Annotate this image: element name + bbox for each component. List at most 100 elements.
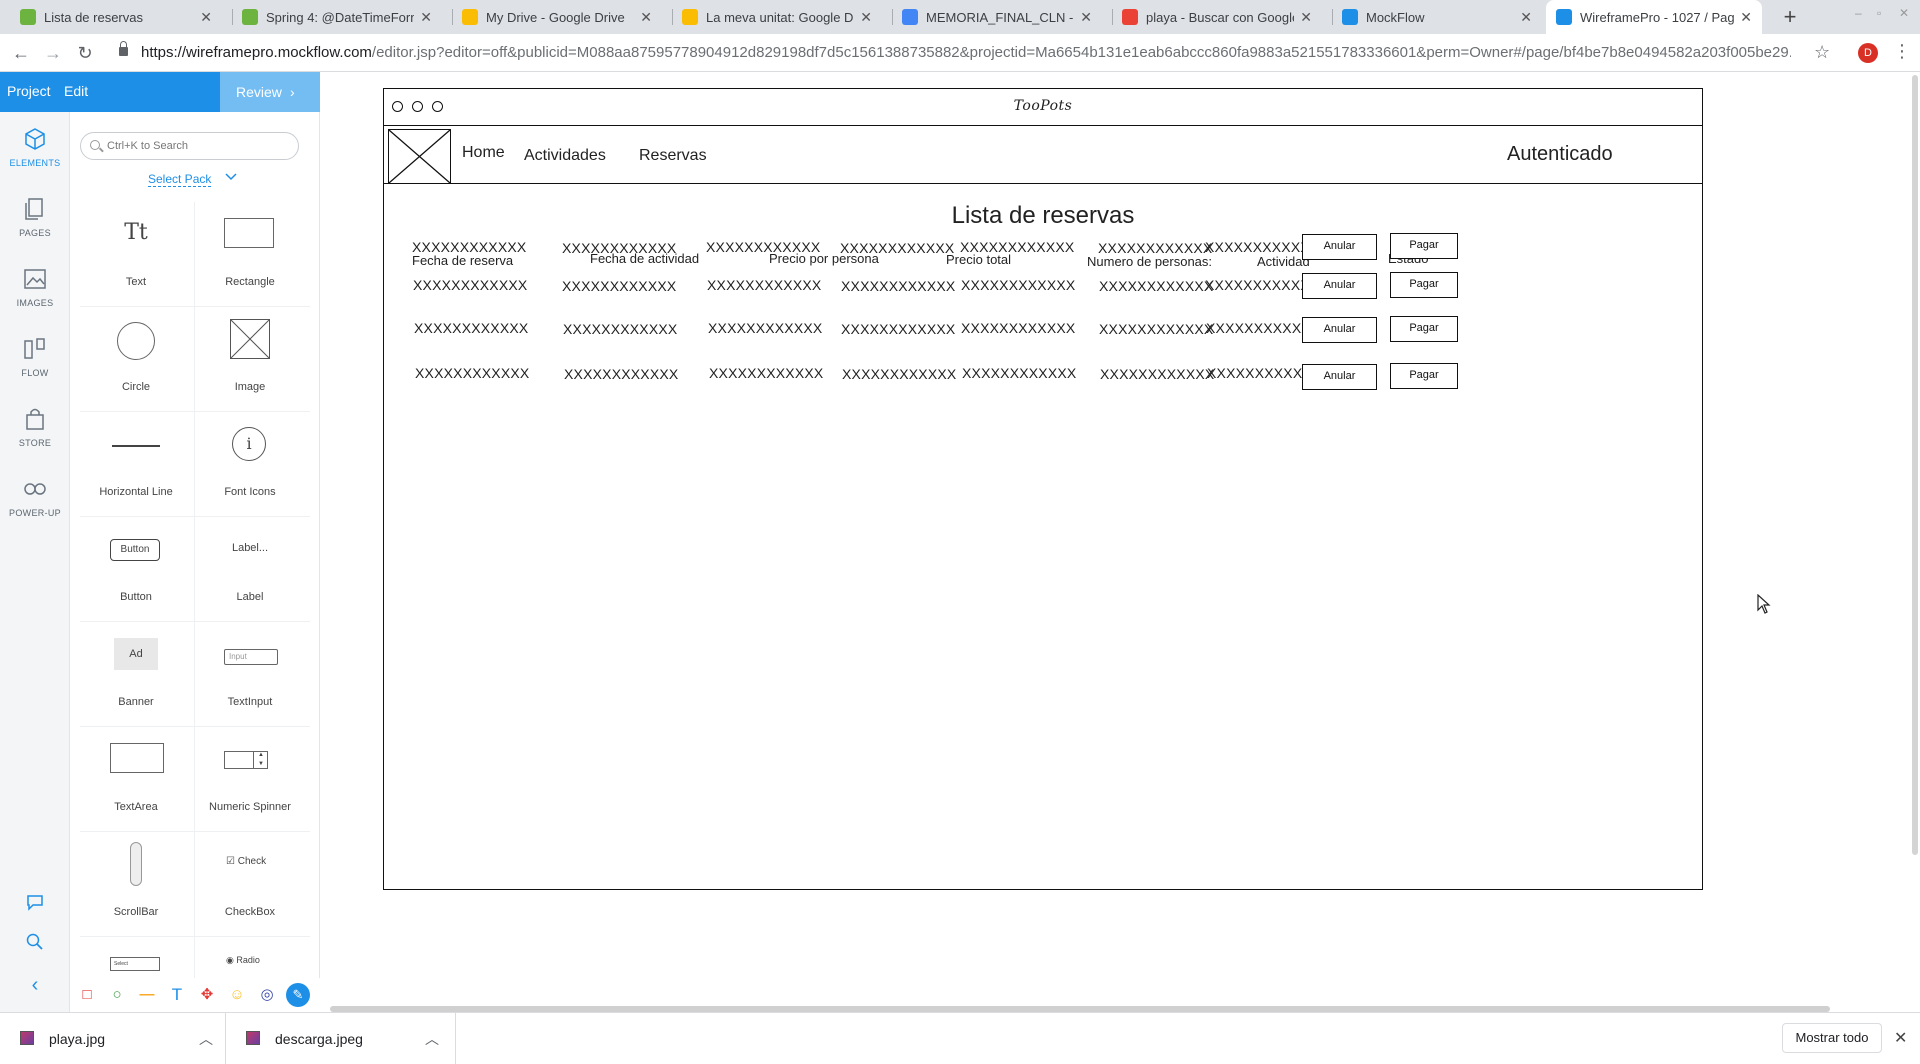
tab-mockflow[interactable]: MockFlow ✕ (1332, 0, 1542, 34)
browser-menu-icon[interactable]: ⋮ (1893, 41, 1911, 62)
element-radio[interactable]: ◉ Radio (194, 937, 306, 977)
tab-my-drive[interactable]: My Drive - Google Drive ✕ (452, 0, 662, 34)
emoji-tool-icon[interactable]: ☺ (228, 986, 246, 1004)
line-preview (112, 445, 160, 447)
download-filename: playa.jpg (49, 1031, 106, 1047)
auth-status[interactable]: Autenticado (1507, 143, 1613, 166)
review-button[interactable]: Review › (220, 72, 320, 112)
element-rectangle[interactable]: Rectangle (194, 202, 306, 306)
element-numeric-spinner[interactable]: ▲ ▼ Numeric Spinner (194, 727, 306, 831)
rail-powerup[interactable]: POWER-UP (0, 476, 70, 518)
select-pack-link[interactable]: Select Pack (148, 172, 212, 187)
element-banner[interactable]: Ad Banner (80, 622, 192, 726)
rail-pages[interactable]: PAGES (0, 196, 70, 238)
close-icon[interactable]: ✕ (200, 9, 212, 26)
chevron-up-icon[interactable]: ︿ (199, 1029, 213, 1049)
download-item[interactable]: descarga.jpeg ︿ (226, 1013, 456, 1064)
element-circle[interactable]: Circle (80, 307, 192, 411)
pagar-button[interactable]: Pagar (1390, 233, 1458, 259)
element-button[interactable]: Button Button (80, 517, 192, 621)
tab-playa-google[interactable]: playa - Buscar con Google ✕ (1112, 0, 1322, 34)
back-arrow-icon[interactable]: ← (9, 41, 33, 65)
logo-placeholder-icon[interactable] (388, 129, 451, 184)
close-icon[interactable]: ✕ (1740, 9, 1752, 26)
element-horizontal-line[interactable]: Horizontal Line (80, 412, 192, 516)
pagar-button[interactable]: Pagar (1390, 363, 1458, 389)
bookmark-star-icon[interactable]: ☆ (1814, 42, 1830, 63)
edit-menu[interactable]: Edit (64, 83, 88, 99)
target-tool-icon[interactable]: ◎ (258, 986, 276, 1004)
maximize-icon[interactable]: ▫ (1877, 6, 1881, 20)
show-all-downloads-button[interactable]: Mostrar todo (1782, 1023, 1882, 1053)
line-tool-icon[interactable]: — (138, 986, 156, 1004)
window-close-icon[interactable]: ✕ (1899, 6, 1909, 20)
tab-la-meva-unitat[interactable]: La meva unitat: Google Driv ✕ (672, 0, 882, 34)
element-textinput[interactable]: Input TextInput (194, 622, 306, 726)
text-tool-icon[interactable]: T (168, 986, 186, 1004)
download-item[interactable]: playa.jpg ︿ (0, 1013, 226, 1064)
chevron-down-icon[interactable] (223, 170, 239, 184)
powerup-icon (24, 483, 46, 495)
new-tab-button[interactable]: + (1776, 3, 1804, 31)
minimize-icon[interactable]: – (1855, 6, 1862, 20)
close-icon[interactable]: ✕ (1300, 9, 1312, 26)
element-scrollbar[interactable]: ScrollBar (80, 832, 192, 936)
collapse-chevron-icon[interactable]: ‹ (22, 974, 48, 1000)
address-bar: ← → ↻ https://wireframepro.mockflow.com/… (0, 34, 1920, 72)
rail-images[interactable]: IMAGES (0, 266, 70, 308)
project-menu[interactable]: Project (7, 83, 51, 99)
table-cell: XXXXXXXXXXXX (841, 278, 956, 294)
zoom-icon[interactable] (22, 932, 48, 958)
anular-button[interactable]: Anular (1302, 234, 1377, 260)
anular-button[interactable]: Anular (1302, 273, 1377, 299)
element-font-icons[interactable]: i Font Icons (194, 412, 306, 516)
nav-actividades[interactable]: Actividades (524, 147, 606, 165)
element-text[interactable]: Tt Text (80, 202, 192, 306)
forward-arrow-icon[interactable]: → (41, 41, 65, 65)
table-cell: XXXXXXXXXXXX (1099, 321, 1214, 337)
element-label[interactable]: Label... Label (194, 517, 306, 621)
anular-button[interactable]: Anular (1302, 364, 1377, 390)
wireframe-browser-frame[interactable]: TooPots Home Actividades Reservas Autent… (383, 88, 1703, 890)
chevron-up-icon[interactable]: ︿ (425, 1029, 439, 1049)
comment-icon[interactable] (22, 892, 48, 918)
element-search[interactable] (80, 132, 299, 160)
rail-elements[interactable]: ELEMENTS (0, 126, 70, 168)
chevron-right-icon: › (290, 84, 295, 100)
close-icon[interactable]: ✕ (860, 9, 872, 26)
google-drive-icon (682, 9, 698, 25)
vertical-scrollbar[interactable] (1912, 75, 1918, 855)
move-tool-icon[interactable]: ✥ (198, 986, 216, 1004)
close-icon[interactable]: ✕ (640, 9, 652, 26)
tab-lista-de-reservas[interactable]: Lista de reservas ✕ (10, 0, 222, 34)
tab-title: MEMORIA_FINAL_CLN - Doc (926, 9, 1074, 25)
profile-avatar[interactable]: D (1858, 43, 1878, 63)
reload-icon[interactable]: ↻ (73, 41, 97, 65)
brush-tool-icon[interactable]: ✎ (286, 983, 310, 1007)
search-input[interactable] (107, 138, 292, 154)
nav-home[interactable]: Home (462, 144, 505, 162)
element-select[interactable]: Select (80, 937, 192, 977)
element-checkbox[interactable]: ☑ Check CheckBox (194, 832, 306, 936)
close-icon[interactable]: ✕ (1520, 9, 1532, 26)
rail-flow[interactable]: FLOW (0, 336, 70, 378)
rectangle-tool-icon[interactable]: □ (78, 986, 96, 1004)
tab-wireframepro[interactable]: WireframePro - 1027 / Page ✕ (1546, 0, 1762, 34)
nav-reservas[interactable]: Reservas (639, 147, 707, 165)
label-preview: Label... (231, 542, 269, 554)
pagar-button[interactable]: Pagar (1390, 272, 1458, 298)
circle-tool-icon[interactable]: ○ (108, 986, 126, 1004)
element-image[interactable]: Image (194, 307, 306, 411)
pagar-button[interactable]: Pagar (1390, 316, 1458, 342)
element-textarea[interactable]: TextArea (80, 727, 192, 831)
tab-memoria-final[interactable]: MEMORIA_FINAL_CLN - Doc ✕ (892, 0, 1102, 34)
close-icon[interactable]: ✕ (1080, 9, 1092, 26)
close-icon[interactable]: ✕ (1894, 1028, 1907, 1048)
anular-button[interactable]: Anular (1302, 317, 1377, 343)
tab-spring-datetimeformat[interactable]: Spring 4: @DateTimeForma ✕ (232, 0, 442, 34)
rectangle-preview (224, 218, 274, 248)
mockflow-icon (1342, 9, 1358, 25)
url-field[interactable]: https://wireframepro.mockflow.com/editor… (141, 44, 1791, 61)
rail-store[interactable]: STORE (0, 406, 70, 448)
close-icon[interactable]: ✕ (420, 9, 432, 26)
